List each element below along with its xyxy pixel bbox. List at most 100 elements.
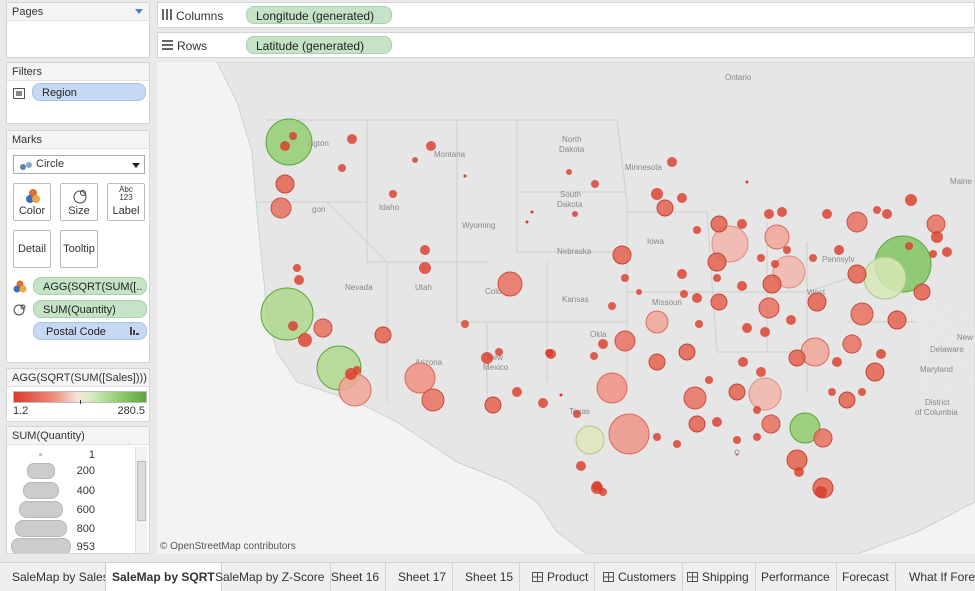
- data-point[interactable]: [538, 398, 548, 408]
- data-point[interactable]: [599, 488, 607, 496]
- size-field-pill[interactable]: SUM(Quantity): [33, 300, 147, 318]
- detail-button[interactable]: Detail: [13, 230, 51, 268]
- data-point[interactable]: [728, 383, 746, 401]
- data-point[interactable]: [677, 193, 687, 203]
- mark-type-select[interactable]: Circle: [13, 155, 145, 174]
- data-point[interactable]: [873, 206, 881, 214]
- data-point[interactable]: [842, 334, 862, 354]
- data-point[interactable]: [777, 207, 787, 217]
- tab-shipping[interactable]: Shipping: [681, 563, 756, 591]
- data-point[interactable]: [786, 449, 808, 471]
- data-point[interactable]: [695, 320, 703, 328]
- data-point[interactable]: [648, 353, 666, 371]
- data-point[interactable]: [289, 132, 297, 140]
- data-point[interactable]: [653, 433, 661, 441]
- data-point[interactable]: [636, 289, 642, 295]
- data-point[interactable]: [645, 310, 669, 334]
- data-point[interactable]: [737, 281, 747, 291]
- data-point[interactable]: [590, 352, 598, 360]
- data-point[interactable]: [260, 287, 314, 341]
- data-point[interactable]: [764, 224, 790, 250]
- data-point[interactable]: [748, 377, 782, 411]
- data-point[interactable]: [530, 210, 534, 214]
- data-point[interactable]: [913, 283, 931, 301]
- tab-what-if-forecast[interactable]: What If Forec: [903, 563, 975, 591]
- data-point[interactable]: [497, 271, 523, 297]
- data-point[interactable]: [865, 362, 885, 382]
- data-point[interactable]: [846, 211, 868, 233]
- data-point[interactable]: [298, 333, 312, 347]
- data-point[interactable]: [753, 406, 761, 414]
- data-point[interactable]: [809, 254, 817, 262]
- data-point[interactable]: [858, 388, 866, 396]
- tab-salemap-by-sqrt[interactable]: SaleMap by SQRT: [105, 563, 222, 591]
- data-point[interactable]: [783, 246, 791, 254]
- data-point[interactable]: [753, 433, 761, 441]
- data-point[interactable]: [313, 318, 333, 338]
- data-point[interactable]: [838, 391, 856, 409]
- data-point[interactable]: [575, 425, 605, 455]
- data-point[interactable]: [742, 323, 752, 333]
- data-point[interactable]: [710, 215, 728, 233]
- data-point[interactable]: [807, 292, 827, 312]
- data-point[interactable]: [591, 180, 599, 188]
- columns-pill-longitude[interactable]: Longitude (generated): [246, 6, 392, 24]
- tab-sheet-15[interactable]: Sheet 15: [459, 563, 521, 591]
- data-point[interactable]: [688, 415, 706, 433]
- data-point[interactable]: [887, 310, 907, 330]
- data-point[interactable]: [678, 343, 696, 361]
- rows-pill-latitude[interactable]: Latitude (generated): [246, 36, 392, 54]
- data-point[interactable]: [608, 302, 616, 310]
- data-point[interactable]: [692, 293, 702, 303]
- data-point[interactable]: [420, 245, 430, 255]
- data-point[interactable]: [265, 118, 313, 166]
- data-point[interactable]: [794, 467, 804, 477]
- data-point[interactable]: [680, 290, 688, 298]
- size-button[interactable]: Size: [60, 183, 98, 221]
- tab-product[interactable]: Product: [526, 563, 596, 591]
- data-point[interactable]: [608, 413, 650, 455]
- color-button[interactable]: Color: [13, 183, 51, 221]
- data-point[interactable]: [389, 190, 397, 198]
- tooltip-button[interactable]: Tooltip: [60, 230, 98, 268]
- data-point[interactable]: [421, 388, 445, 412]
- data-point[interactable]: [461, 320, 469, 328]
- data-point[interactable]: [905, 242, 913, 250]
- data-point[interactable]: [758, 297, 780, 319]
- data-point[interactable]: [280, 141, 290, 151]
- data-point[interactable]: [566, 169, 572, 175]
- size-legend-scrollbar[interactable]: [135, 447, 147, 553]
- pages-dropdown-icon[interactable]: [135, 9, 143, 14]
- data-point[interactable]: [738, 357, 748, 367]
- data-point[interactable]: [757, 254, 765, 262]
- data-point[interactable]: [762, 274, 782, 294]
- scrollbar-thumb[interactable]: [137, 461, 146, 521]
- data-point[interactable]: [275, 174, 295, 194]
- data-point[interactable]: [733, 436, 741, 444]
- data-point[interactable]: [788, 349, 806, 367]
- data-point[interactable]: [294, 275, 304, 285]
- data-point[interactable]: [573, 410, 581, 418]
- data-point[interactable]: [786, 315, 796, 325]
- data-point[interactable]: [863, 256, 907, 300]
- data-point[interactable]: [834, 245, 844, 255]
- map-attribution[interactable]: © OpenStreetMap contributors: [160, 541, 296, 552]
- data-point[interactable]: [847, 264, 867, 284]
- tab-sheet-17[interactable]: Sheet 17: [392, 563, 454, 591]
- label-button[interactable]: Abc 123 Label: [107, 183, 145, 221]
- data-point[interactable]: [463, 174, 467, 178]
- data-point[interactable]: [756, 367, 766, 377]
- data-point[interactable]: [338, 373, 372, 407]
- data-point[interactable]: [764, 209, 774, 219]
- data-point[interactable]: [771, 260, 779, 268]
- data-point[interactable]: [828, 388, 836, 396]
- data-point[interactable]: [705, 376, 713, 384]
- data-point[interactable]: [404, 362, 436, 394]
- data-point[interactable]: [882, 209, 892, 219]
- data-point[interactable]: [512, 387, 522, 397]
- data-point[interactable]: [621, 274, 629, 282]
- data-point[interactable]: [813, 428, 833, 448]
- data-point[interactable]: [713, 274, 721, 282]
- data-point[interactable]: [710, 293, 728, 311]
- data-point[interactable]: [667, 157, 677, 167]
